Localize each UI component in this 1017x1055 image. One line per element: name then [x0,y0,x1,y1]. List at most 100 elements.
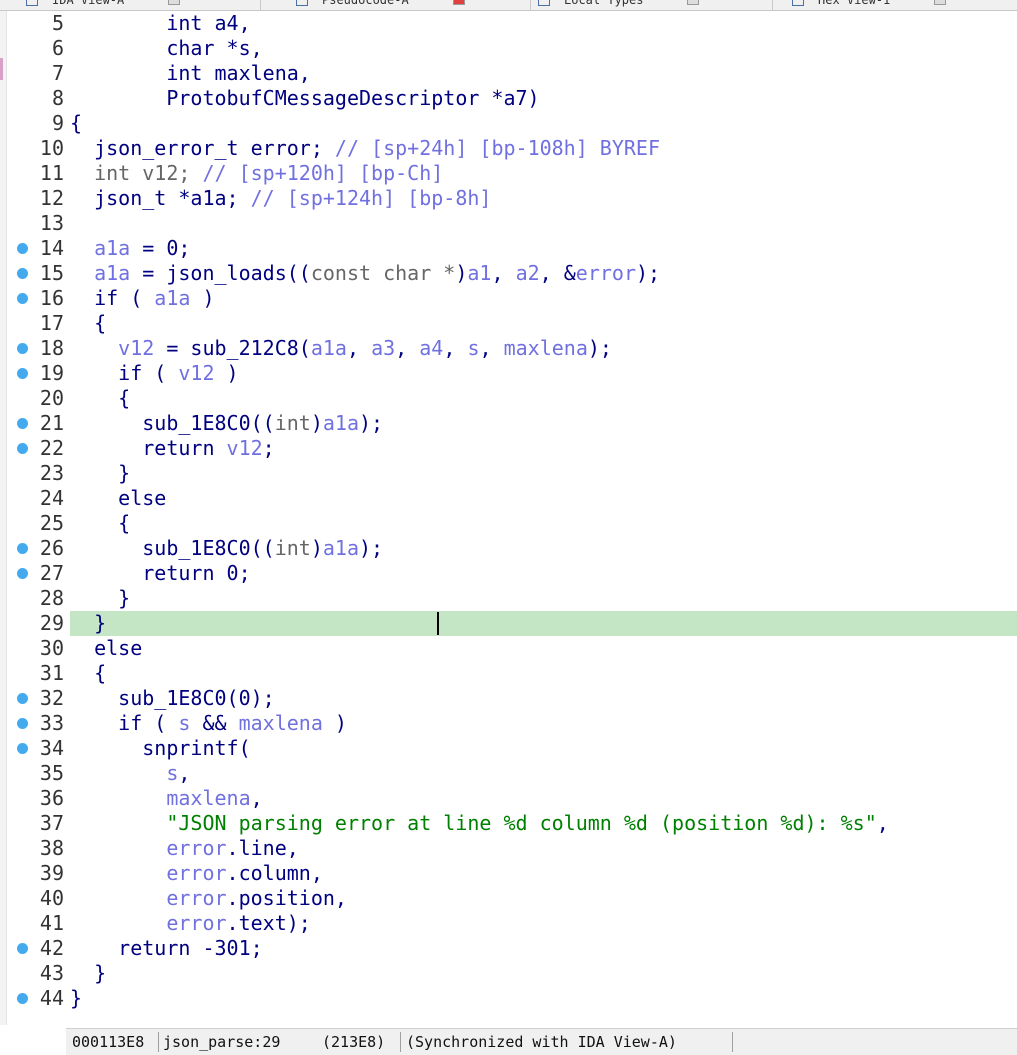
code-token: ) [322,711,347,735]
breakpoint-dot-icon[interactable] [17,568,28,579]
code-line[interactable]: 29 } [8,611,1017,636]
code-line[interactable]: 9{ [8,111,1017,136]
line-number: 38 [39,836,64,860]
code-line[interactable]: 23 } [8,461,1017,486]
breakpoint-dot-icon[interactable] [17,243,28,254]
code-line[interactable]: 21 sub_1E8C0((int)a1a); [8,411,1017,436]
breakpoint-dot-icon[interactable] [17,743,28,754]
line-number: 32 [39,686,64,710]
code-line[interactable]: 12 json_t *a1a; // [sp+124h] [bp-8h] [8,186,1017,211]
code-line[interactable]: 20 { [8,386,1017,411]
breakpoint-dot-icon[interactable] [17,718,28,729]
code-token: "JSON parsing error at line %d column %d… [166,811,877,835]
code-line[interactable]: 43 } [8,961,1017,986]
tab-close-icon[interactable] [168,0,181,5]
breakpoint-dot-icon[interactable] [17,293,28,304]
code-line[interactable]: 41 error.text); [8,911,1017,936]
code-token: a1a [94,236,131,260]
tab-view-icon [296,0,308,6]
code-line[interactable]: 26 sub_1E8C0((int)a1a); [8,536,1017,561]
breakpoint-dot-icon[interactable] [17,993,28,1004]
code-line[interactable]: 6 char *s, [8,36,1017,61]
code-line[interactable]: 13 [8,211,1017,236]
code-token: && [190,711,239,735]
code-text: sub_1E8C0((int)a1a); [70,411,383,436]
code-text: error.text); [70,911,311,936]
code-line[interactable]: 16 if ( a1a ) [8,286,1017,311]
code-token: error [166,886,227,910]
tab-pseudocode-a[interactable]: Pseudocode-A [296,0,465,9]
code-line[interactable]: 38 error.line, [8,836,1017,861]
code-line[interactable]: 44} [8,986,1017,1011]
code-line[interactable]: 30 else [8,636,1017,661]
code-line[interactable]: 18 v12 = sub_212C8(a1a, a3, a4, s, maxle… [8,336,1017,361]
code-line[interactable]: 31 { [8,661,1017,686]
code-text: return -301; [70,936,263,961]
code-line[interactable]: 8 ProtobufCMessageDescriptor *a7) [8,86,1017,111]
code-line[interactable]: 15 a1a = json_loads((const char *)a1, a2… [8,261,1017,286]
tab-separator [260,0,261,10]
code-line[interactable]: 28 } [8,586,1017,611]
breakpoint-dot-icon[interactable] [17,943,28,954]
line-number: 41 [39,911,64,935]
breakpoint-dot-icon[interactable] [17,443,28,454]
tab-ida-view-a[interactable]: IDA View-A [26,0,181,9]
left-edge-marker [0,58,3,80]
code-text: s, [70,761,190,786]
code-line[interactable]: 24 else [8,486,1017,511]
tab-local-types[interactable]: Local Types [538,0,700,9]
code-token: int [274,411,311,435]
code-line[interactable]: 32 sub_1E8C0(0); [8,686,1017,711]
code-text: json_t *a1a; // [sp+124h] [bp-8h] [70,186,491,211]
code-token: return 0; [70,561,251,585]
tab-close-icon[interactable] [934,0,947,5]
tab-label: Hex View-1 [818,0,891,7]
breakpoint-dot-icon[interactable] [17,343,28,354]
code-line[interactable]: 17 { [8,311,1017,336]
code-line[interactable]: 25 { [8,511,1017,536]
breakpoint-dot-icon[interactable] [17,368,28,379]
code-line[interactable]: 5 int a4, [8,11,1017,36]
code-line[interactable]: 36 maxlena, [8,786,1017,811]
breakpoint-dot-icon[interactable] [17,268,28,279]
code-token: ); [359,411,384,435]
breakpoint-dot-icon[interactable] [17,543,28,554]
code-line[interactable]: 40 error.position, [8,886,1017,911]
code-line[interactable]: 35 s, [8,761,1017,786]
code-text: } [70,586,130,611]
code-line[interactable]: 7 int maxlena, [8,61,1017,86]
code-line[interactable]: 33 if ( s && maxlena ) [8,711,1017,736]
code-token: ) [214,361,239,385]
code-token: sub_1E8C0(( [70,411,275,435]
breakpoint-dot-icon[interactable] [17,693,28,704]
code-line[interactable]: 14 a1a = 0; [8,236,1017,261]
code-line[interactable]: 39 error.column, [8,861,1017,886]
tab-close-icon[interactable] [452,0,465,5]
code-token: = json_loads(( [130,261,311,285]
tab-close-icon[interactable] [687,0,700,5]
code-text: return v12; [70,436,274,461]
code-token: { [70,511,131,535]
pseudocode-view[interactable]: 5 int a4, 6 char *s, 7 int maxlena, 8 Proto… [8,11,1017,1011]
code-line[interactable]: 27 return 0; [8,561,1017,586]
code-text: { [70,111,82,136]
line-number: 14 [39,236,64,260]
line-number: 42 [39,936,64,960]
code-line[interactable]: 11 int v12; // [sp+120h] [bp-Ch] [8,161,1017,186]
code-token: // [sp+24h] [bp-108h] BYREF [334,136,661,160]
code-token: s [467,336,480,360]
line-number: 43 [39,961,64,985]
code-text: error.position, [70,886,347,911]
tab-hex-view-1[interactable]: Hex View-1 [792,0,947,9]
code-line[interactable]: 42 return -301; [8,936,1017,961]
breakpoint-dot-icon[interactable] [17,418,28,429]
code-line[interactable]: 34 snprintf( [8,736,1017,761]
code-token: maxlena [166,786,251,810]
code-line[interactable]: 37 "JSON parsing error at line %d column… [8,811,1017,836]
code-line[interactable]: 10 json_error_t error; // [sp+24h] [bp-1… [8,136,1017,161]
code-line[interactable]: 22 return v12; [8,436,1017,461]
code-token: .text); [226,911,311,935]
code-line[interactable]: 19 if ( v12 ) [8,361,1017,386]
